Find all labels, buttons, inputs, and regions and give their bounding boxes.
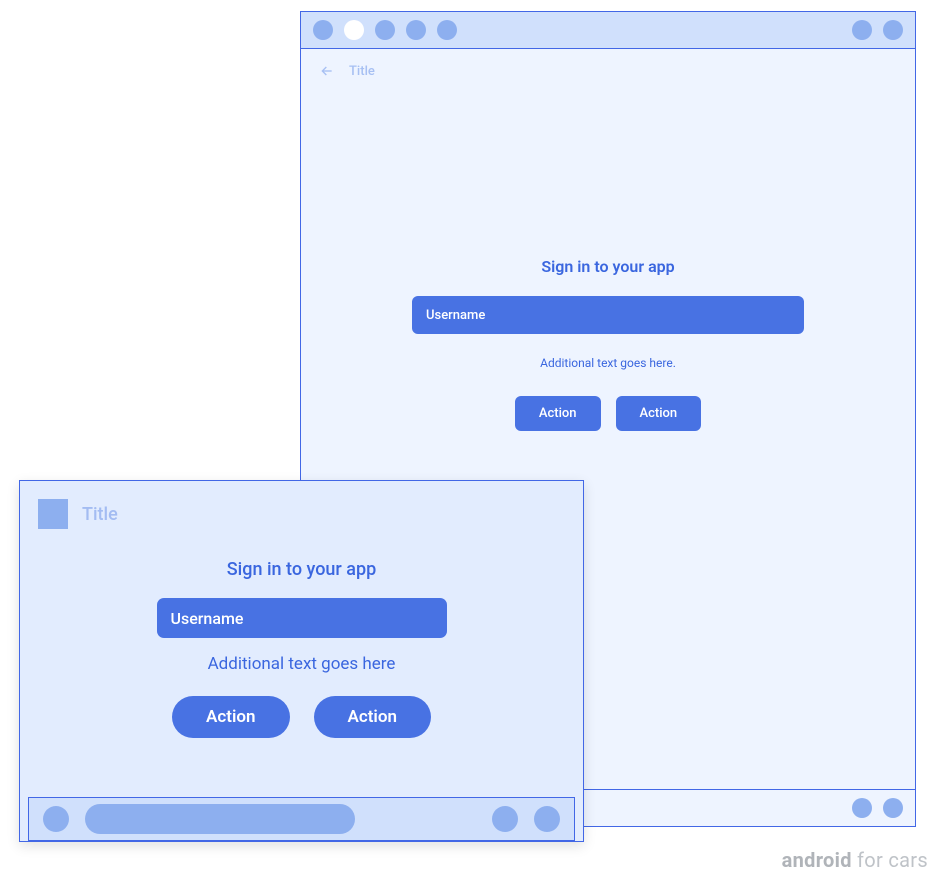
status-dot-icon (437, 20, 457, 40)
bottom-dot-icon (534, 806, 560, 832)
action-button-1[interactable]: Action (515, 396, 601, 431)
wide-signin-panel: Sign in to your app Username Additional … (20, 559, 583, 738)
status-dot-icon (883, 20, 903, 40)
app-icon (38, 499, 68, 529)
status-dot-icon (406, 20, 426, 40)
signin-additional-text: Additional text goes here. (540, 356, 676, 370)
signin-prompt: Sign in to your app (541, 257, 674, 276)
tablet-statusbar (301, 12, 915, 49)
action-button-1[interactable]: Action (172, 696, 289, 738)
brand-text: android for cars (782, 848, 928, 872)
username-input[interactable]: Username (412, 296, 804, 334)
action-button-2[interactable]: Action (314, 696, 431, 738)
back-arrow-icon[interactable] (319, 63, 335, 79)
bottom-dot-icon (43, 806, 69, 832)
signin-prompt: Sign in to your app (227, 559, 376, 580)
wide-frame: Title Sign in to your app Username Addit… (19, 480, 584, 842)
bottom-dot-icon (852, 798, 872, 818)
page-title: Title (82, 504, 118, 525)
bottom-dot-icon (883, 798, 903, 818)
status-dot-icon (852, 20, 872, 40)
status-dot-selected-icon (344, 20, 364, 40)
page-title: Title (349, 64, 375, 79)
bottom-dot-icon (492, 806, 518, 832)
status-dot-icon (313, 20, 333, 40)
action-button-2[interactable]: Action (616, 396, 702, 431)
username-input[interactable]: Username (157, 598, 447, 638)
bottom-pill-icon (85, 804, 355, 834)
tablet-signin-panel: Sign in to your app Username Additional … (301, 257, 915, 431)
wide-header: Title (20, 481, 583, 547)
tablet-header: Title (301, 49, 915, 93)
wide-bottombar (28, 797, 575, 841)
signin-additional-text: Additional text goes here (208, 654, 396, 674)
status-dot-icon (375, 20, 395, 40)
